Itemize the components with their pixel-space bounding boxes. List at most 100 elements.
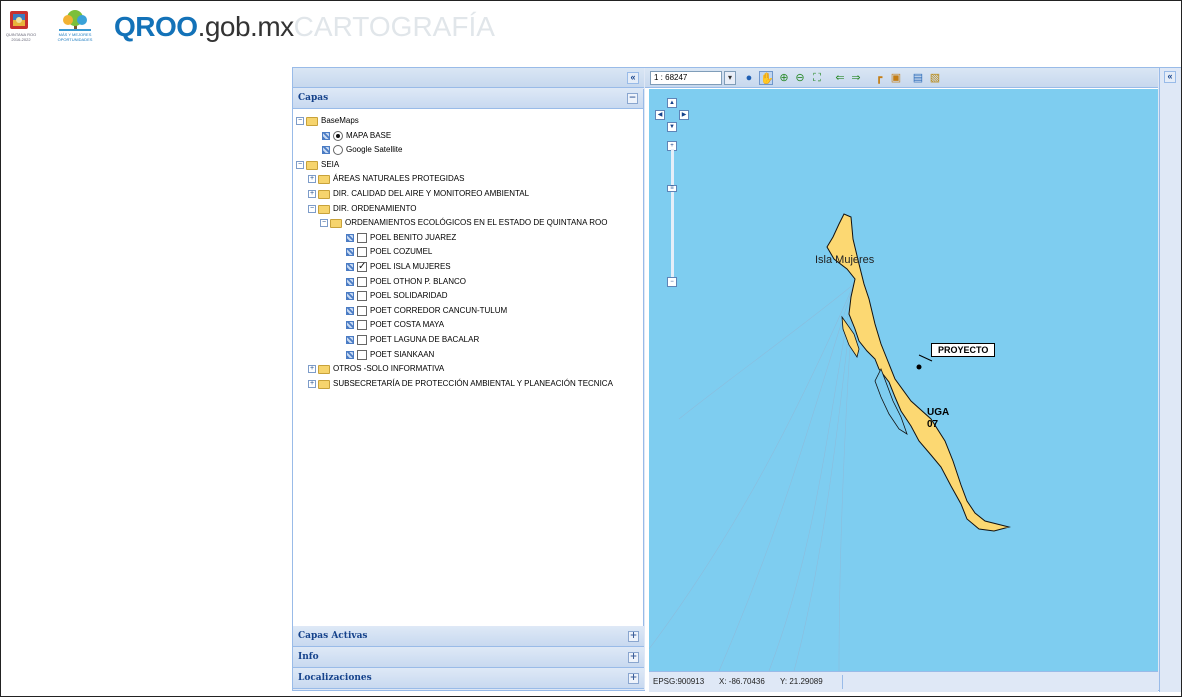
expand-node-icon[interactable]: + bbox=[308, 365, 316, 374]
node-label: ÁREAS NATURALES PROTEGIDAS bbox=[333, 174, 465, 184]
status-divider bbox=[842, 675, 843, 689]
tree-node-anp[interactable]: + ÁREAS NATURALES PROTEGIDAS bbox=[296, 172, 641, 187]
node-label: SEIA bbox=[321, 159, 340, 169]
active-layers-panel-header[interactable]: Capas Activas + bbox=[293, 627, 644, 647]
expand-node-icon[interactable]: + bbox=[308, 189, 316, 198]
measure-distance-icon[interactable]: ┏ bbox=[872, 71, 886, 85]
layer-checkbox[interactable] bbox=[357, 291, 367, 302]
measure-area-icon[interactable]: ▣ bbox=[889, 71, 903, 85]
next-view-icon[interactable]: ⇒ bbox=[849, 71, 863, 85]
scale-dropdown-icon[interactable]: ▾ bbox=[724, 71, 736, 85]
pan-tool-icon[interactable]: ✋ bbox=[759, 71, 774, 85]
info-tool-icon[interactable]: ● bbox=[742, 71, 756, 85]
collapse-node-icon[interactable]: − bbox=[320, 219, 328, 228]
west-panel-toolbar: « bbox=[293, 68, 644, 88]
folder-icon bbox=[306, 160, 318, 170]
collapse-west-icon[interactable]: « bbox=[627, 72, 639, 84]
expand-active-layers-icon[interactable]: + bbox=[628, 631, 639, 642]
tree-node-layer[interactable]: POEL SOLIDARIDAD bbox=[296, 289, 641, 304]
tree-node-layer[interactable]: POET COSTA MAYA bbox=[296, 318, 641, 333]
node-label: POET LAGUNA DE BACALAR bbox=[370, 334, 480, 344]
tree-node-layer[interactable]: POET SIANKAAN bbox=[296, 348, 641, 363]
pan-west-icon[interactable]: ◀ bbox=[655, 110, 665, 120]
export-tool-icon[interactable]: ▧ bbox=[928, 71, 942, 85]
expand-node-icon[interactable]: + bbox=[308, 175, 316, 184]
pan-east-icon[interactable]: ▶ bbox=[679, 110, 689, 120]
folder-icon bbox=[318, 365, 330, 375]
pan-south-icon[interactable]: ▼ bbox=[667, 122, 677, 132]
map-graphic bbox=[649, 213, 1011, 671]
site-brand[interactable]: QROO.gob.mxCARTOGRAFÍA bbox=[114, 11, 495, 43]
locations-title: Localizaciones bbox=[298, 673, 372, 683]
layers-panel-header[interactable]: Capas − bbox=[293, 89, 643, 109]
layer-checkbox[interactable] bbox=[357, 320, 367, 331]
tree-node-ordenamientos-eco[interactable]: − ORDENAMIENTOS ECOLÓGICOS EN EL ESTADO … bbox=[296, 216, 641, 231]
layer-checkbox[interactable] bbox=[357, 276, 367, 287]
ordenamiento-layer-list: POEL BENITO JUAREZ POEL COZUMEL ✓ POEL ISLA… bbox=[296, 231, 641, 362]
google-satellite-radio[interactable] bbox=[333, 145, 343, 156]
collapse-node-icon[interactable]: − bbox=[296, 160, 304, 169]
scale-select[interactable]: 1 : 68247 bbox=[650, 71, 722, 85]
tree-node-seia[interactable]: − SEIA bbox=[296, 158, 641, 173]
layer-checkbox[interactable] bbox=[357, 349, 367, 360]
layer-checkbox[interactable]: ✓ bbox=[357, 261, 367, 272]
expand-node-icon[interactable]: + bbox=[308, 379, 316, 388]
tree-node-layer[interactable]: ✓ POEL ISLA MUJERES bbox=[296, 260, 641, 275]
project-label: PROYECTO bbox=[931, 343, 996, 357]
previous-view-icon[interactable]: ⇐ bbox=[833, 71, 847, 85]
expand-info-icon[interactable]: + bbox=[628, 652, 639, 663]
tree-node-mapa-base[interactable]: MAPA BASE bbox=[296, 129, 641, 144]
tree-node-layer[interactable]: POET CORREDOR CANCUN-TULUM bbox=[296, 304, 641, 319]
map-canvas[interactable]: ▲ ◀ ▶ ▼ + ≡ − Isla Mujeres PROYECTO UGA … bbox=[649, 89, 1158, 671]
layer-checkbox[interactable] bbox=[357, 232, 367, 243]
locations-panel-header[interactable]: Localizaciones + bbox=[293, 669, 644, 689]
tree-node-layer[interactable]: POET LAGUNA DE BACALAR bbox=[296, 333, 641, 348]
layer-checkbox[interactable] bbox=[357, 247, 367, 258]
layer-icon bbox=[346, 306, 354, 315]
info-panel-header[interactable]: Info + bbox=[293, 648, 644, 668]
layer-icon bbox=[346, 292, 354, 301]
tree-node-calidad-aire[interactable]: + DIR. CALIDAD DEL AIRE Y MONITOREO AMBI… bbox=[296, 187, 641, 202]
state-crest-icon bbox=[10, 11, 28, 29]
layer-icon bbox=[346, 248, 354, 257]
folder-icon bbox=[306, 117, 318, 126]
tree-node-otros[interactable]: + OTROS -SOLO INFORMATIVA bbox=[296, 362, 641, 377]
node-label: SUBSECRETARÍA DE PROTECCIÓN AMBIENTAL Y … bbox=[333, 378, 613, 388]
tree-node-basemaps[interactable]: − BaseMaps bbox=[296, 114, 641, 129]
map-panel: 1 : 68247 ▾ ● ✋ ⊕ ⊖ ⛶ ⇐ ⇒ ┏ ▣ ▤ ▧ ▲ ◀ ▶ … bbox=[645, 68, 1158, 692]
zoom-out-icon[interactable]: − bbox=[667, 277, 677, 287]
tree-node-google-satellite[interactable]: Google Satellite bbox=[296, 143, 641, 158]
active-layers-title: Capas Activas bbox=[298, 631, 368, 641]
zoom-in-tool-icon[interactable]: ⊕ bbox=[777, 71, 791, 85]
bathymetry-line bbox=[718, 283, 855, 671]
mapa-base-radio[interactable] bbox=[333, 130, 343, 141]
zoom-extent-icon[interactable]: ⛶ bbox=[810, 71, 824, 85]
layer-icon bbox=[346, 350, 354, 359]
tree-node-ordenamiento[interactable]: − DIR. ORDENAMIENTO bbox=[296, 202, 641, 217]
zoom-out-tool-icon[interactable]: ⊖ bbox=[793, 71, 807, 85]
tree-node-layer[interactable]: POEL COZUMEL bbox=[296, 245, 641, 260]
layer-checkbox[interactable] bbox=[357, 334, 367, 345]
projection-readout: EPSG:900913 bbox=[653, 677, 705, 686]
collapse-node-icon[interactable]: − bbox=[308, 204, 316, 213]
bathymetry-line bbox=[768, 283, 855, 671]
expand-locations-icon[interactable]: + bbox=[628, 673, 639, 684]
layer-checkbox[interactable] bbox=[357, 305, 367, 316]
collapse-layers-icon[interactable]: − bbox=[627, 93, 638, 104]
zoom-slider-handle-icon[interactable]: ≡ bbox=[667, 185, 677, 192]
pan-north-icon[interactable]: ▲ bbox=[667, 98, 677, 108]
brand-main: QROO bbox=[114, 11, 198, 42]
collapse-node-icon[interactable]: − bbox=[296, 117, 304, 125]
east-panel-collapsed: « bbox=[1159, 68, 1181, 692]
tree-node-subsecretaria[interactable]: + SUBSECRETARÍA DE PROTECCIÓN AMBIENTAL … bbox=[296, 377, 641, 392]
tree-node-layer[interactable]: POEL OTHON P. BLANCO bbox=[296, 275, 641, 290]
node-label: POET CORREDOR CANCUN-TULUM bbox=[370, 305, 508, 315]
map-toolbar: 1 : 68247 ▾ ● ✋ ⊕ ⊖ ⛶ ⇐ ⇒ ┏ ▣ ▤ ▧ bbox=[645, 68, 1158, 88]
zoom-slider-track[interactable] bbox=[671, 149, 674, 279]
print-tool-icon[interactable]: ▤ bbox=[911, 71, 925, 85]
node-label: POEL OTHON P. BLANCO bbox=[370, 276, 467, 286]
layer-icon bbox=[346, 335, 354, 344]
expand-east-icon[interactable]: « bbox=[1164, 71, 1176, 83]
tree-node-layer[interactable]: POEL BENITO JUAREZ bbox=[296, 231, 641, 246]
layers-panel-title: Capas bbox=[298, 93, 329, 103]
